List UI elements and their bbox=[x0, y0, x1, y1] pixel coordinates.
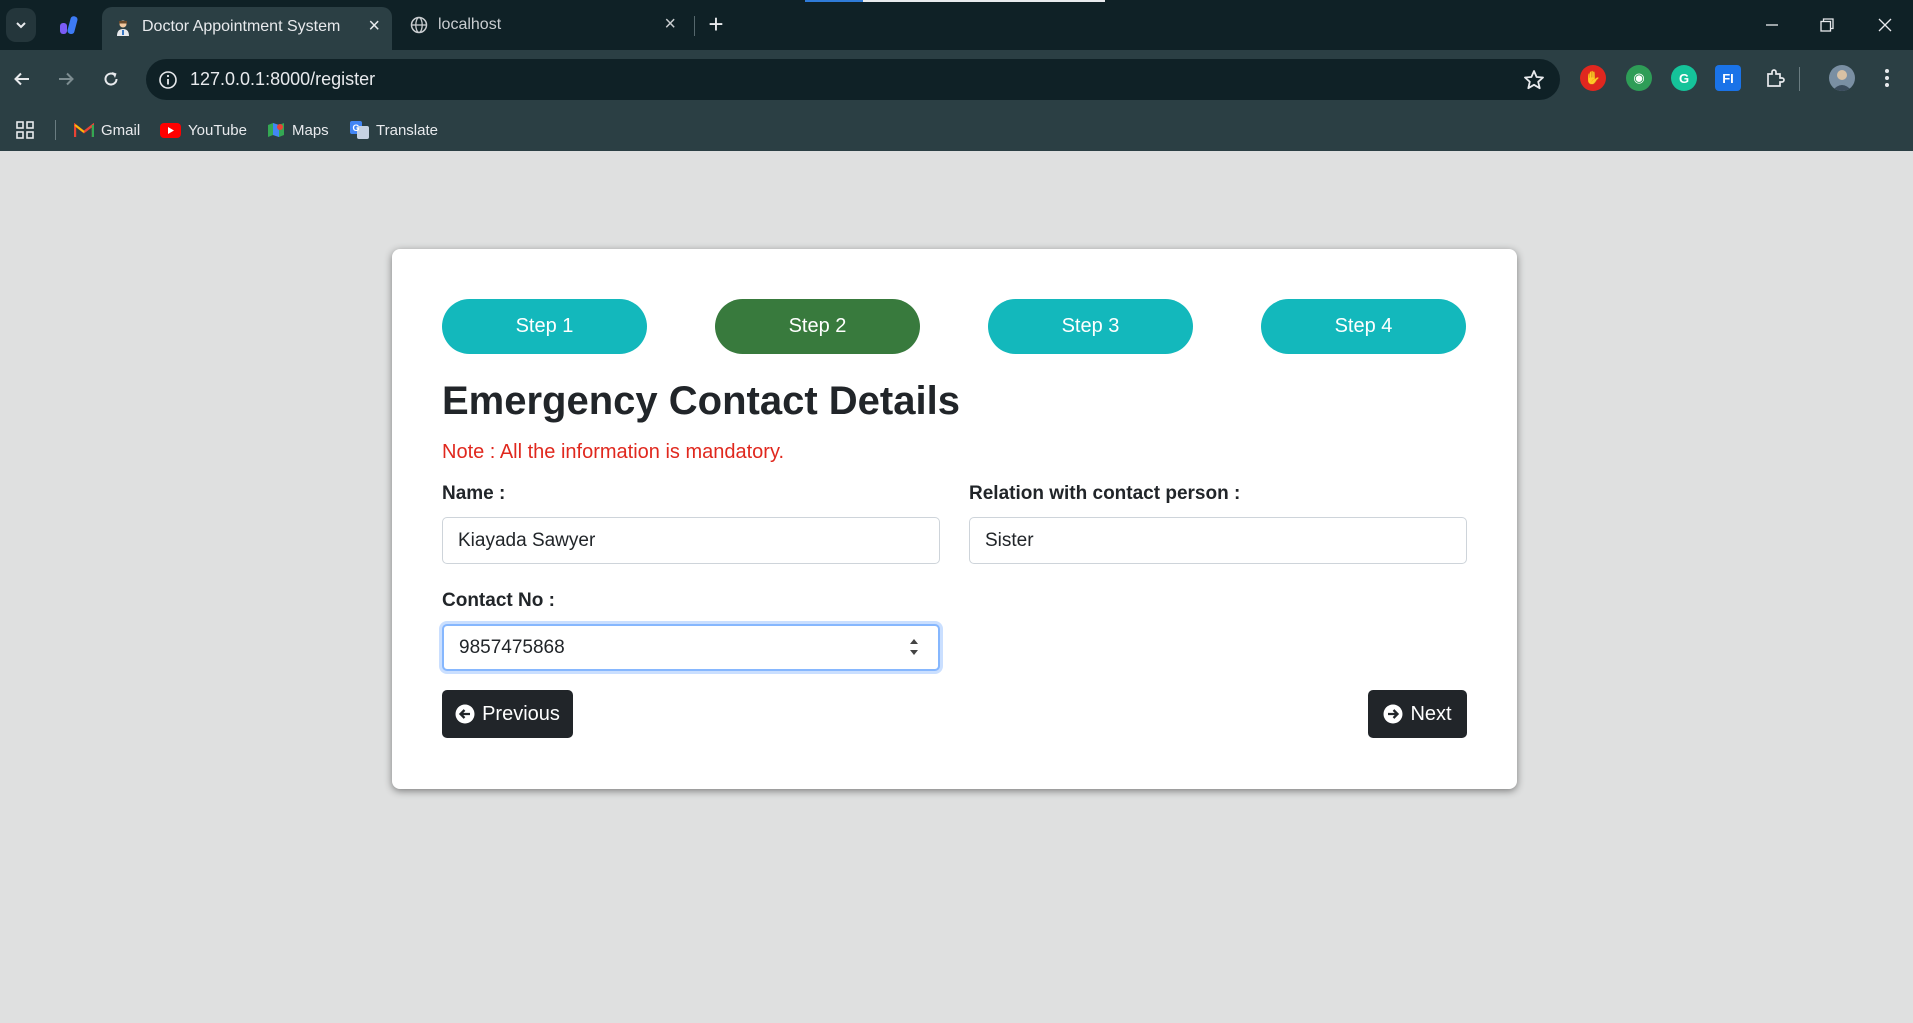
chatgpt-extension-icon[interactable]: ◉ bbox=[1626, 65, 1652, 91]
form-title: Emergency Contact Details bbox=[442, 379, 960, 423]
bookmarks-bar: Gmail YouTube Maps G Translate bbox=[0, 108, 1913, 151]
site-info-icon[interactable] bbox=[157, 69, 179, 91]
bookmark-youtube[interactable]: YouTube bbox=[160, 120, 247, 140]
name-label: Name : bbox=[442, 483, 506, 504]
bookmark-label: Translate bbox=[376, 121, 438, 139]
relation-label: Relation with contact person : bbox=[969, 483, 1241, 504]
minimize-button[interactable] bbox=[1752, 12, 1792, 38]
youtube-icon bbox=[160, 122, 181, 138]
step-3-button[interactable]: Step 3 bbox=[988, 299, 1193, 354]
tab-title: localhost bbox=[438, 16, 502, 33]
bookmarks-divider bbox=[55, 120, 56, 140]
previous-label: Previous bbox=[482, 702, 560, 725]
profile-avatar[interactable] bbox=[1829, 65, 1855, 91]
restore-icon bbox=[1820, 18, 1834, 32]
bookmark-translate[interactable]: G Translate bbox=[350, 120, 438, 140]
bookmark-label: YouTube bbox=[188, 121, 247, 139]
contact-input[interactable] bbox=[442, 624, 940, 671]
next-button[interactable]: Next bbox=[1368, 690, 1467, 738]
restore-button[interactable] bbox=[1807, 12, 1847, 38]
doctor-favicon-icon bbox=[117, 20, 129, 36]
tab-localhost[interactable]: localhost × bbox=[398, 7, 688, 47]
adblock-icon[interactable]: ✋ bbox=[1580, 65, 1606, 91]
extensions-puzzle-icon[interactable] bbox=[1762, 65, 1788, 91]
back-button[interactable] bbox=[7, 64, 37, 94]
step-4-button[interactable]: Step 4 bbox=[1261, 299, 1466, 354]
step-2-button[interactable]: Step 2 bbox=[715, 299, 920, 354]
tab-title: Doctor Appointment System bbox=[142, 18, 341, 35]
bookmark-gmail[interactable]: Gmail bbox=[74, 120, 140, 140]
arrow-right-icon bbox=[59, 72, 74, 86]
reload-icon bbox=[104, 72, 118, 86]
more-menu-icon[interactable] bbox=[1874, 65, 1900, 91]
app-logo-icon[interactable] bbox=[58, 15, 80, 35]
browser-toolbar: 127.0.0.1:8000/register ✋ ◉ G FI bbox=[0, 50, 1913, 108]
tab-doctor-appointment[interactable]: Doctor Appointment System × bbox=[102, 7, 392, 50]
arrow-circle-left-icon bbox=[455, 704, 475, 724]
close-icon bbox=[1878, 18, 1892, 32]
close-window-button[interactable] bbox=[1865, 12, 1905, 38]
loading-bar bbox=[805, 0, 1105, 2]
gmail-icon bbox=[74, 122, 94, 137]
step-1-button[interactable]: Step 1 bbox=[442, 299, 647, 354]
reload-button[interactable] bbox=[96, 64, 126, 94]
minimize-icon bbox=[1766, 24, 1778, 26]
address-bar[interactable]: 127.0.0.1:8000/register bbox=[146, 59, 1560, 100]
bookmark-maps[interactable]: Maps bbox=[267, 120, 329, 140]
arrow-left-icon bbox=[14, 72, 29, 86]
tab-divider bbox=[694, 16, 695, 36]
forward-button[interactable] bbox=[51, 64, 81, 94]
toolbar-divider bbox=[1799, 67, 1800, 91]
bookmark-label: Maps bbox=[292, 121, 329, 139]
name-input[interactable] bbox=[442, 517, 940, 564]
registration-card: Step 1 Step 2 Step 3 Step 4 Emergency Co… bbox=[392, 249, 1517, 789]
close-icon[interactable]: × bbox=[664, 14, 676, 34]
number-stepper-icon[interactable] bbox=[904, 634, 924, 660]
grammarly-icon[interactable]: G bbox=[1671, 65, 1697, 91]
mandatory-note: Note : All the information is mandatory. bbox=[442, 441, 785, 463]
previous-button[interactable]: Previous bbox=[442, 690, 573, 738]
tab-search-button[interactable] bbox=[6, 8, 36, 42]
contact-field bbox=[442, 624, 940, 671]
chevron-down-icon bbox=[16, 22, 26, 29]
svg-text:G: G bbox=[353, 123, 360, 133]
maps-icon bbox=[268, 123, 284, 137]
close-icon[interactable]: × bbox=[368, 16, 380, 36]
url-text: 127.0.0.1:8000/register bbox=[190, 69, 376, 89]
arrow-circle-right-icon bbox=[1383, 704, 1403, 724]
globe-icon bbox=[410, 16, 428, 34]
translate-icon: G bbox=[350, 121, 369, 139]
relation-input[interactable] bbox=[969, 517, 1467, 564]
new-tab-button[interactable]: + bbox=[704, 8, 728, 40]
bookmark-star-icon[interactable] bbox=[1522, 68, 1546, 92]
apps-grid-icon[interactable] bbox=[16, 120, 34, 140]
contact-label: Contact No : bbox=[442, 590, 555, 611]
bookmark-label: Gmail bbox=[101, 121, 141, 139]
tab-strip: Doctor Appointment System × localhost × … bbox=[0, 0, 1913, 50]
next-label: Next bbox=[1410, 702, 1452, 725]
fi-extension-icon[interactable]: FI bbox=[1715, 65, 1741, 91]
